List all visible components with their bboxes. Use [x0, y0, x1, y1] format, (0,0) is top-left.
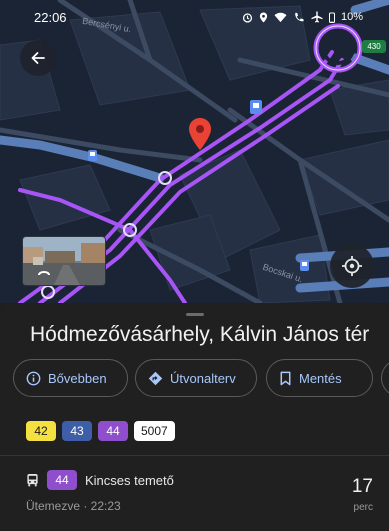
- info-icon: [26, 371, 41, 385]
- battery-icon: [328, 12, 335, 23]
- status-bar: 22:06 10%: [0, 0, 389, 34]
- directions-button[interactable]: Útvonalterv: [135, 359, 257, 397]
- road-number-badge: 430: [362, 40, 386, 53]
- route-badge[interactable]: 42: [26, 421, 56, 441]
- departure-destination: Kincses temető: [85, 472, 174, 488]
- alarm-icon: [242, 12, 253, 23]
- status-icons: 10%: [242, 11, 363, 23]
- place-sheet: Hódmezővásárhely, Kálvin János tér Bőveb…: [0, 303, 389, 531]
- location-pin-icon[interactable]: [188, 117, 212, 151]
- route-badge[interactable]: 44: [98, 421, 128, 441]
- wifi-icon: [274, 12, 287, 23]
- directions-label: Útvonalterv: [170, 370, 236, 386]
- location-icon: [259, 12, 268, 23]
- arrow-back-icon: [31, 52, 45, 64]
- departure-route-badge: 44: [47, 470, 77, 490]
- place-title: Hódmezővásárhely, Kálvin János tér: [30, 323, 370, 346]
- street-view-thumbnail[interactable]: [22, 236, 106, 286]
- bus-icon: [27, 473, 38, 487]
- airplane-icon: [311, 11, 323, 23]
- departure-schedule: Ütemezve · 22:23: [26, 499, 121, 513]
- more-info-button[interactable]: Bővebben: [13, 359, 128, 397]
- departure-row[interactable]: 44 Kincses temető Ütemezve · 22:23 17 pe…: [0, 456, 389, 531]
- status-time: 22:06: [34, 9, 67, 25]
- bookmark-icon: [280, 371, 291, 385]
- departure-line: 44 Kincses temető: [26, 470, 174, 490]
- map-view[interactable]: Bercsényi u. Bocskai u. 430 22:06 10%: [0, 0, 389, 303]
- crosshair-icon: [342, 256, 362, 276]
- route-badges: 42 43 44 5007: [26, 421, 175, 441]
- battery-percent: 10%: [340, 11, 363, 23]
- street-view-image: [23, 237, 105, 285]
- action-chips: Bővebben Útvonalterv Mentés: [13, 359, 389, 399]
- more-info-label: Bővebben: [48, 370, 107, 386]
- directions-icon: [148, 371, 163, 385]
- save-button[interactable]: Mentés: [266, 359, 373, 397]
- bus-stop-icon: [300, 260, 309, 271]
- route-badge[interactable]: 43: [62, 421, 92, 441]
- save-label: Mentés: [299, 370, 342, 386]
- departure-minutes: 17: [351, 476, 373, 497]
- drag-handle[interactable]: [186, 313, 204, 316]
- departure-minutes-unit: perc: [353, 502, 373, 513]
- my-location-button[interactable]: [330, 244, 374, 288]
- wifi-calling-icon: [293, 12, 305, 23]
- route-badge[interactable]: 5007: [134, 421, 175, 441]
- bus-stop-icon: [250, 100, 262, 114]
- share-button[interactable]: [381, 359, 389, 397]
- bus-stop-icon: [88, 150, 97, 161]
- back-button[interactable]: [20, 40, 56, 76]
